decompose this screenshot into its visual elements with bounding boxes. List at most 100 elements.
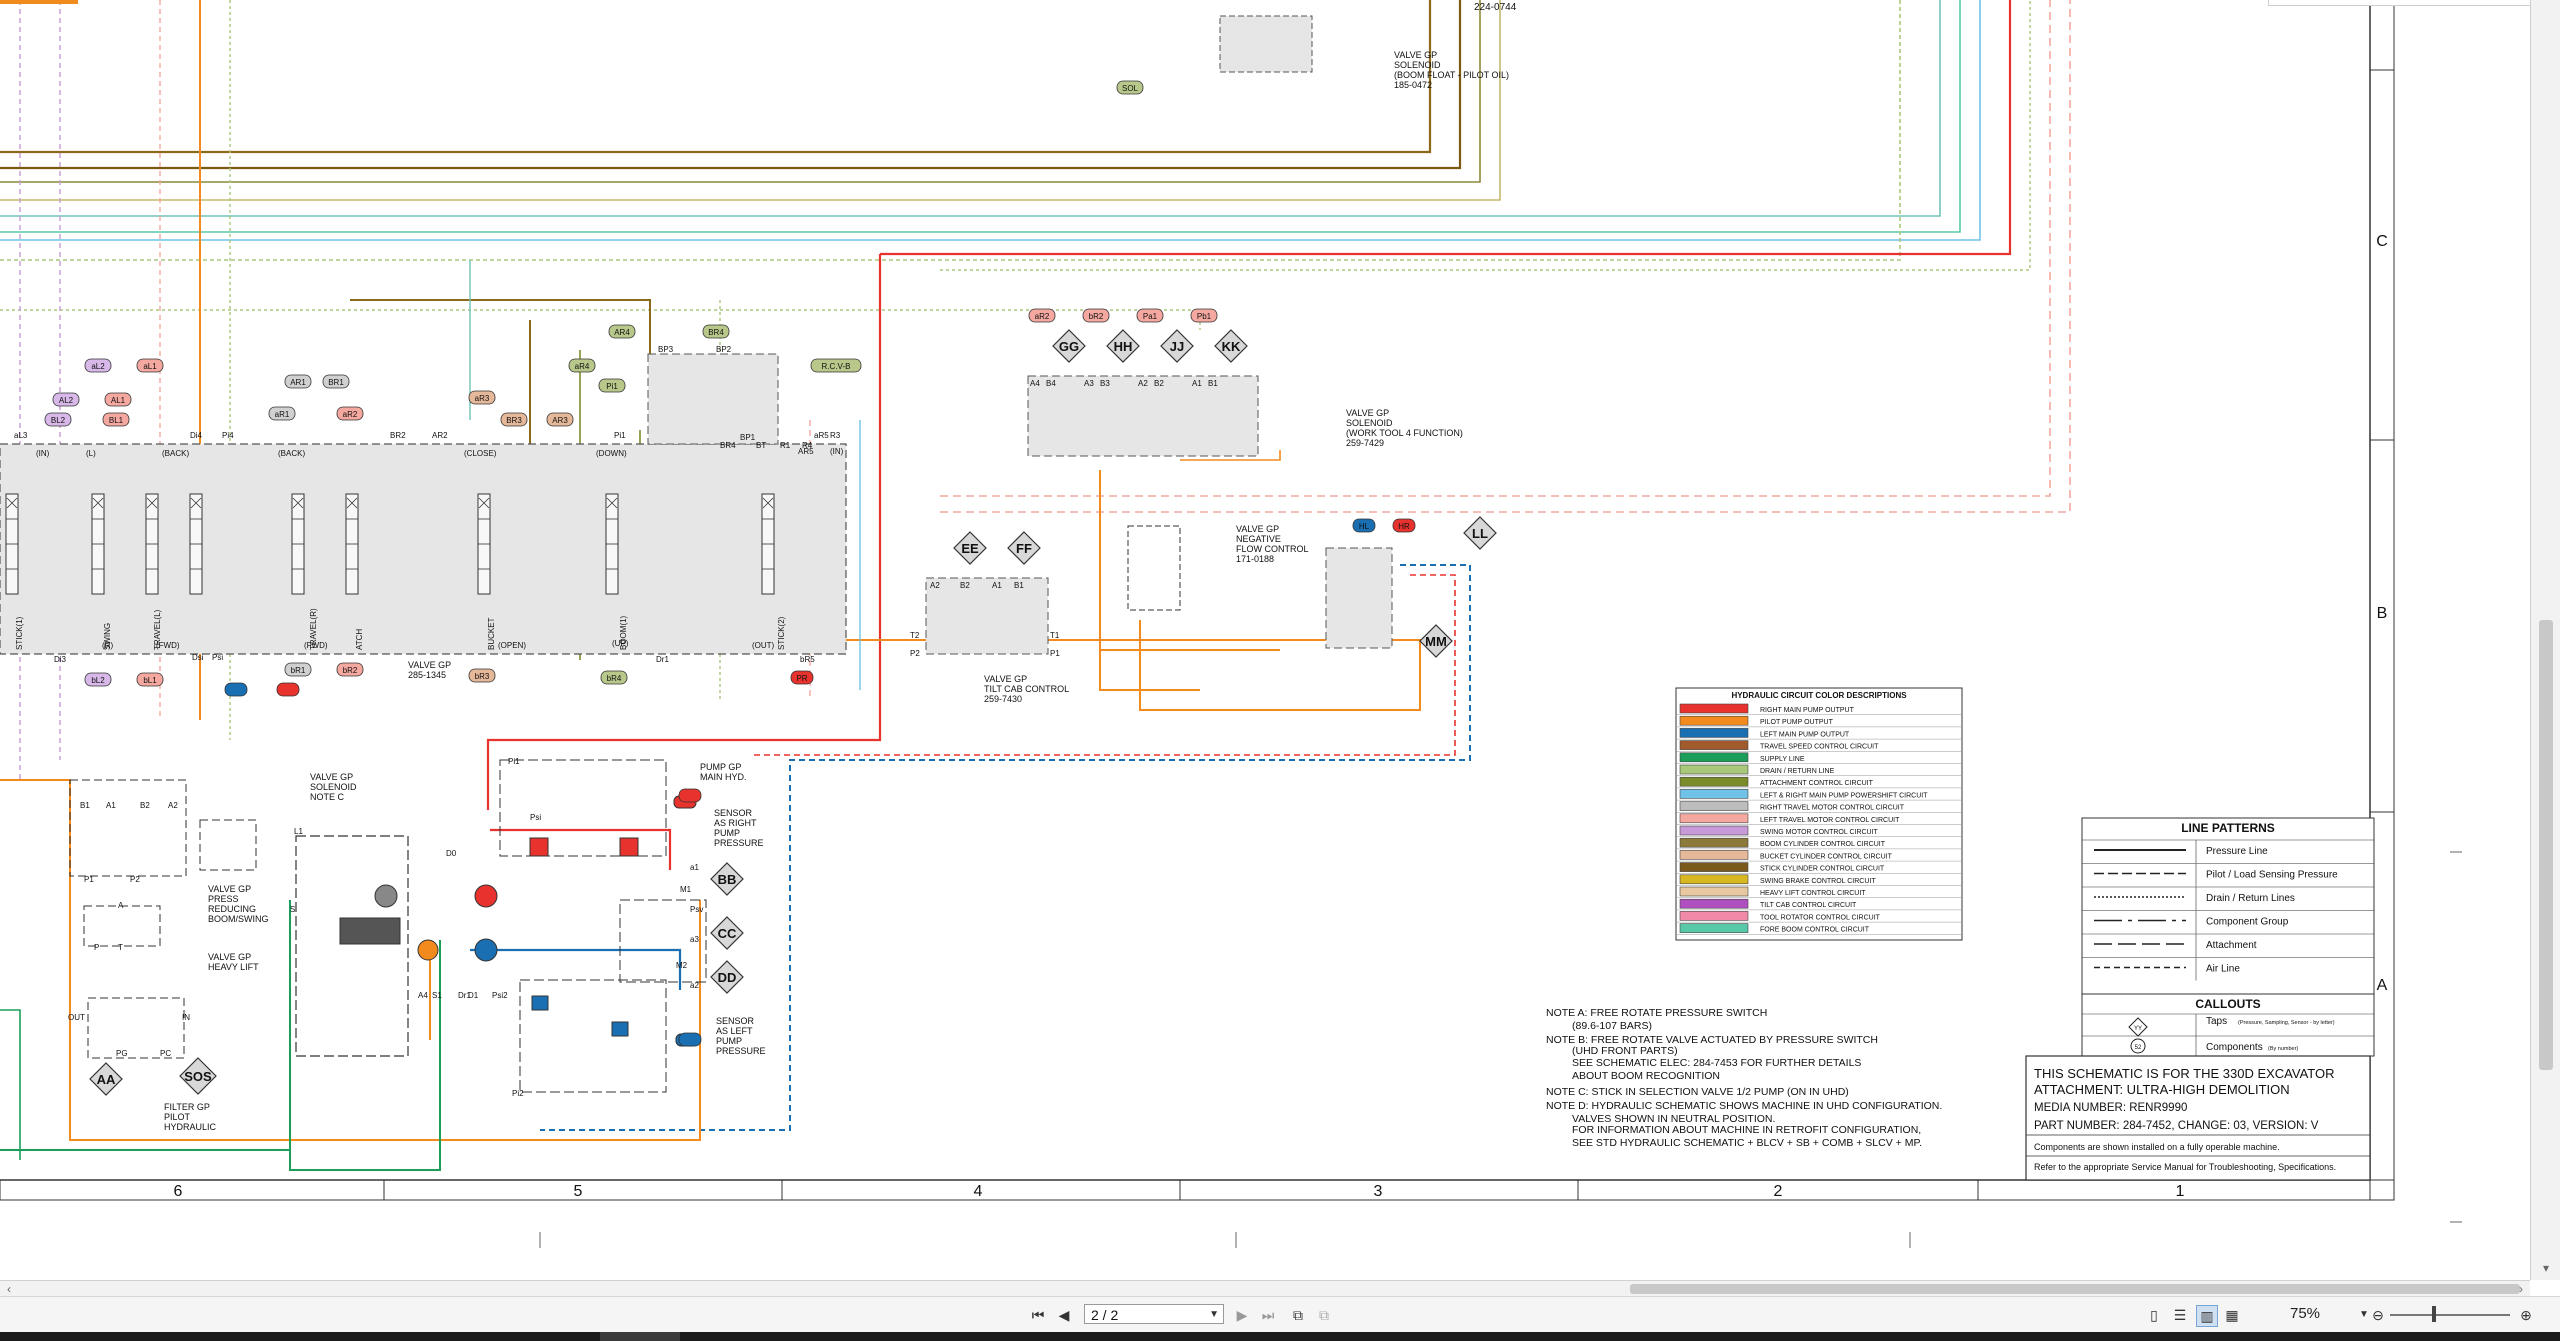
color-row-label: LEFT MAIN PUMP OUTPUT (1760, 731, 1850, 738)
press-reducing-label: VALVE GP (208, 884, 251, 894)
note-line: FOR INFORMATION ABOUT MACHINE IN RETROFI… (1572, 1124, 1921, 1136)
last-page-icon[interactable]: ⏭ (1258, 1305, 1278, 1325)
main-valve-port-label: BR2 (390, 431, 406, 440)
vertical-scroll-thumb[interactable] (2539, 620, 2553, 1070)
color-swatch (1679, 825, 1749, 836)
main-valve-port-label: (IN) (36, 449, 50, 458)
color-row-label: FORE BOOM CONTROL CIRCUIT (1760, 927, 1870, 934)
color-row-label: TILT CAB CONTROL CIRCUIT (1760, 902, 1857, 909)
callout-kk-label: KK (1222, 339, 1241, 354)
sensor-right-label: AS RIGHT (714, 818, 757, 828)
main-valve-pilot-tag-label: R.C.V-B (822, 362, 851, 371)
zoom-level: 75% (2290, 1305, 2321, 1322)
main-valve-port-label: (FWD) (304, 641, 328, 650)
boom-float-valve-label: VALVE GP (1394, 50, 1437, 60)
main-valve-pilot-tag-label: AL1 (111, 396, 126, 405)
schematic-canvas: CBA6 5 4 3 2 1224-0744 STICK(1) SWING TRAVEL(L)… (0, 0, 2530, 1280)
callout-sos-label: SOS (184, 1069, 212, 1084)
title-line-4: PART NUMBER: 284-7452, CHANGE: 03, VERSI… (2034, 1120, 2319, 1132)
pump-port-label: Psv (690, 905, 703, 914)
next-view-icon[interactable]: ⧉ (1314, 1305, 1334, 1325)
color-row-label: RIGHT MAIN PUMP OUTPUT (1760, 707, 1855, 714)
main-valve-port-label: (R) (102, 641, 113, 650)
color-swatch (1679, 898, 1749, 909)
zoom-out-icon[interactable]: ⊖ (2368, 1305, 2388, 1325)
continuous-facing-icon[interactable]: ▦ (2222, 1305, 2242, 1325)
red-tag (276, 682, 300, 697)
main-valve-label: VALVE GP (408, 660, 451, 670)
zoom-slider[interactable] (2390, 1314, 2510, 1316)
previous-page-icon[interactable]: ◀ (1054, 1305, 1074, 1325)
main-valve-port-label: (DOWN) (596, 449, 627, 458)
color-swatch (1679, 813, 1749, 824)
boom-float-valve-group (1219, 15, 1313, 73)
sensor-tag-red (678, 788, 702, 803)
vertical-scrollbar[interactable]: ▾ (2530, 0, 2560, 1280)
horizontal-scrollbar[interactable]: ‹ › (0, 1280, 2530, 1297)
main-valve-port-label: Dr1 (656, 655, 669, 664)
main-valve-pilot-tag-label: Pi1 (606, 382, 618, 391)
pattern-label: Pressure Line (2206, 846, 2268, 857)
chevron-down-icon[interactable]: ▼ (1209, 1305, 1219, 1325)
previous-view-icon[interactable]: ⧉ (1288, 1305, 1308, 1325)
main-valve-pilot-tag-label: BR4 (708, 328, 724, 337)
horizontal-scroll-thumb[interactable] (1630, 1284, 2520, 1294)
main-valve-pilot-tag-label: bL2 (91, 676, 105, 685)
callout-ee-label: EE (961, 541, 979, 556)
main-valve-pilot-tag-label: aR4 (575, 362, 590, 371)
color-swatch (1679, 740, 1749, 750)
col-label: 3 (1374, 1183, 1383, 1200)
main-valve-port-label: aR5 (814, 431, 829, 440)
next-page-icon[interactable]: ▶ (1232, 1305, 1252, 1325)
scroll-down-icon[interactable]: ▾ (2540, 1262, 2552, 1274)
zoom-slider-knob[interactable] (2432, 1306, 2436, 1322)
title-line-1: THIS SCHEMATIC IS FOR THE 330D EXCAVATOR (2034, 1066, 2335, 1081)
single-page-icon[interactable]: ▯ (2144, 1305, 2164, 1325)
neg-flow-valve-label: 171-0188 (1236, 554, 1274, 564)
work-tool-valve-label: 259-7429 (1346, 438, 1384, 448)
color-swatch (1679, 728, 1749, 738)
solenoid-note-c-label: NOTE C (310, 792, 345, 802)
first-page-icon[interactable]: ⏮ (1028, 1305, 1048, 1325)
main-valve-pilot-tag-label: aR2 (343, 410, 358, 419)
pump-port-label: a3 (690, 935, 699, 944)
main-valve-port-label: (IN) (830, 447, 844, 456)
work-tool-valve-label: SOLENOID (1346, 418, 1393, 428)
scroll-left-icon[interactable]: ‹ (2, 1282, 16, 1296)
taskbar-item[interactable] (600, 1332, 680, 1341)
page-number-field[interactable]: 2 / 2 ▼ (1084, 1304, 1224, 1324)
spool-name: STICK(2) (777, 616, 786, 650)
filter-pilot-label: PILOT (164, 1112, 191, 1122)
pump-port-label: S1 (432, 991, 442, 1000)
row-label: B (2377, 605, 2388, 622)
pump-main-label: MAIN HYD. (700, 772, 747, 782)
main-valve-port-label: BR4 (720, 441, 736, 450)
spool-name: STICK(1) (15, 616, 24, 650)
tilt-cab-port-label: T2 (910, 631, 920, 640)
pump-motor (339, 917, 401, 945)
main-valve-port-label: (UP) (612, 639, 629, 648)
main-valve-port-label: (OPEN) (498, 641, 526, 650)
continuous-icon[interactable]: ☰ (2170, 1305, 2190, 1325)
left-main-pump (474, 938, 498, 962)
sensor-left-label: AS LEFT (716, 1026, 753, 1036)
work-tool-port-label: B3 (1100, 379, 1110, 388)
main-valve-pilot-tag-label: bR2 (343, 666, 358, 675)
pump-port-label: Pi2 (512, 1089, 524, 1098)
solenoid-note-c-label: SOLENOID (310, 782, 357, 792)
sol-tag-label: SOL (1122, 84, 1139, 93)
right-main-pump (474, 884, 498, 908)
pump-port-label: a2 (690, 981, 699, 990)
main-valve-pilot-tag-label: aR1 (275, 410, 290, 419)
color-row-label: SWING BRAKE CONTROL CIRCUIT (1760, 878, 1876, 885)
zoom-in-icon[interactable]: ⊕ (2516, 1305, 2536, 1325)
main-valve-port-label: (BACK) (162, 449, 189, 458)
components-label: Components (2206, 1042, 2263, 1053)
tap-symbol-label: YY (2134, 1026, 2142, 1032)
neg-flow-tag-label: HR (1398, 522, 1410, 531)
callout-ll-label: LL (1472, 526, 1488, 541)
color-swatch (1679, 923, 1749, 933)
scroll-right-icon[interactable]: › (2514, 1282, 2528, 1296)
facing-pages-icon[interactable]: ▥ (2196, 1305, 2218, 1327)
top-panel-edge (2268, 0, 2532, 6)
